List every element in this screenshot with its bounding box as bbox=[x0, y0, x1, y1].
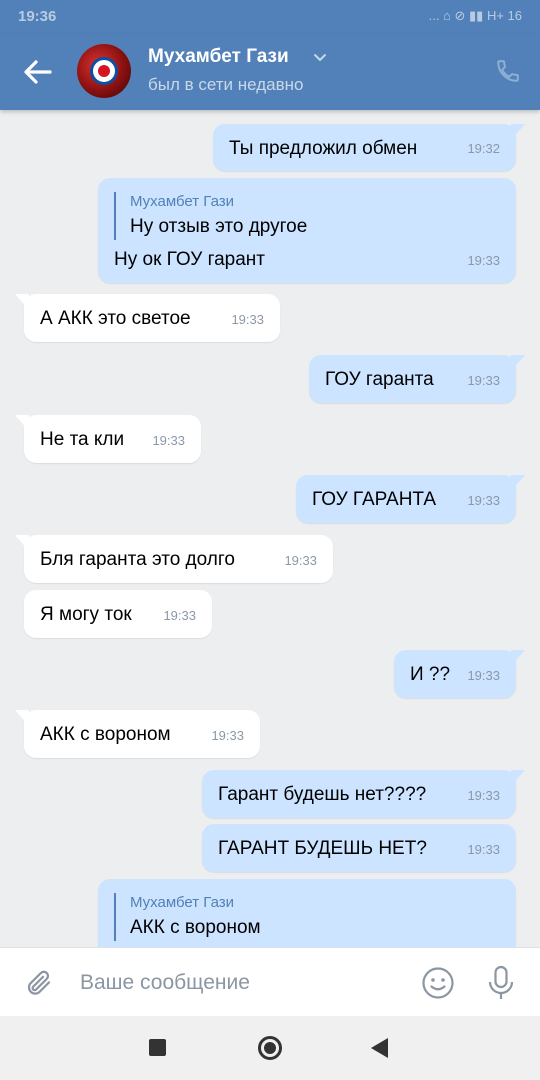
recent-apps-icon[interactable] bbox=[149, 1039, 166, 1056]
message-text: Бля гаранта это долго bbox=[40, 549, 235, 570]
message-text: ГАРАНТ БУДЕШЬ НЕТ? bbox=[218, 838, 427, 859]
smile-icon[interactable] bbox=[421, 966, 455, 1000]
status-bar: 19:36 ... ⌂ ⊘ ▮▮ H+ 16 bbox=[0, 0, 540, 34]
message-bubble-outgoing[interactable]: ГОУ гаранта 19:33 bbox=[309, 355, 525, 403]
contact-status: был в сети недавно bbox=[148, 75, 304, 94]
paperclip-icon[interactable] bbox=[24, 968, 54, 998]
status-time: 19:36 bbox=[18, 8, 57, 25]
reply-quote[interactable]: Мухамбет Гази АКК с вороном bbox=[114, 893, 261, 941]
message-time: 19:33 bbox=[163, 608, 196, 623]
message-text: Ну ок ГОУ гарант bbox=[114, 249, 265, 270]
message-bubble-outgoing[interactable]: ГОУ ГАРАНТА 19:33 bbox=[296, 475, 525, 523]
message-bubble-incoming[interactable]: Не та кли 19:33 bbox=[15, 415, 201, 463]
avatar[interactable] bbox=[77, 44, 131, 98]
message-time: 19:33 bbox=[467, 373, 500, 388]
contact-name[interactable]: Мухамбет Гази bbox=[148, 46, 289, 68]
back-triangle-icon[interactable] bbox=[371, 1038, 388, 1058]
message-text: И ?? bbox=[410, 664, 451, 685]
message-time: 19:33 bbox=[152, 433, 185, 448]
message-bubble-outgoing[interactable]: Мухамбет Гази Ну отзыв это другое Ну ок … bbox=[98, 178, 516, 283]
reply-author: Мухамбет Гази bbox=[130, 193, 234, 210]
home-icon[interactable] bbox=[258, 1036, 282, 1060]
phone-icon[interactable] bbox=[495, 58, 521, 84]
message-bubble-outgoing[interactable]: Ты предложил обмен 19:32 bbox=[213, 124, 525, 171]
chevron-down-icon[interactable] bbox=[313, 53, 327, 63]
message-text: Не та кли bbox=[40, 429, 125, 450]
message-text: АКК с вороном bbox=[40, 724, 171, 745]
chat-header: Мухамбет Гази был в сети недавно bbox=[0, 34, 540, 110]
message-text: Ты предложил обмен bbox=[229, 138, 418, 159]
message-text: А АКК это светое bbox=[40, 308, 191, 329]
back-arrow-icon[interactable] bbox=[22, 58, 52, 86]
message-time: 19:33 bbox=[467, 668, 500, 683]
message-time: 19:33 bbox=[284, 553, 317, 568]
message-time: 19:33 bbox=[467, 788, 500, 803]
message-time: 19:33 bbox=[211, 728, 244, 743]
message-time: 19:33 bbox=[467, 842, 500, 857]
microphone-icon[interactable] bbox=[486, 965, 516, 1001]
message-list[interactable]: Ты предложил обмен 19:32 Мухамбет Гази Н… bbox=[0, 110, 540, 947]
message-bubble-incoming[interactable]: АКК с вороном 19:33 bbox=[15, 710, 260, 758]
message-bubble-outgoing[interactable]: ГАРАНТ БУДЕШЬ НЕТ? 19:33 bbox=[202, 824, 516, 872]
message-bubble-outgoing[interactable]: И ?? 19:33 bbox=[394, 650, 525, 698]
reply-text: Ну отзыв это другое bbox=[130, 216, 308, 237]
message-input[interactable] bbox=[80, 966, 400, 1000]
message-time: 19:33 bbox=[231, 312, 264, 327]
message-bubble-incoming[interactable]: Я могу ток 19:33 bbox=[24, 590, 212, 638]
message-time: 19:32 bbox=[467, 141, 500, 156]
reply-quote[interactable]: Мухамбет Гази Ну отзыв это другое bbox=[114, 192, 307, 240]
android-navigation-bar bbox=[0, 1016, 540, 1080]
message-time: 19:33 bbox=[467, 493, 500, 508]
message-bubble-incoming[interactable]: А АКК это светое 19:33 bbox=[15, 294, 280, 342]
message-composer bbox=[0, 947, 540, 1016]
message-bubble-outgoing[interactable]: Гарант будешь нет???? 19:33 bbox=[202, 770, 525, 818]
message-bubble-incoming[interactable]: Бля гаранта это долго 19:33 bbox=[15, 535, 333, 583]
message-bubble-outgoing[interactable]: Мухамбет Гази АКК с вороном bbox=[98, 879, 516, 947]
message-text: ГОУ ГАРАНТА bbox=[312, 489, 437, 510]
message-text: Гарант будешь нет???? bbox=[218, 784, 427, 805]
message-time: 19:33 bbox=[467, 253, 500, 268]
message-text: Я могу ток bbox=[40, 604, 132, 625]
reply-text: АКК с вороном bbox=[130, 917, 261, 938]
message-text: ГОУ гаранта bbox=[325, 369, 434, 390]
status-indicators: ... ⌂ ⊘ ▮▮ H+ 16 bbox=[428, 8, 522, 23]
reply-author: Мухамбет Гази bbox=[130, 894, 234, 911]
